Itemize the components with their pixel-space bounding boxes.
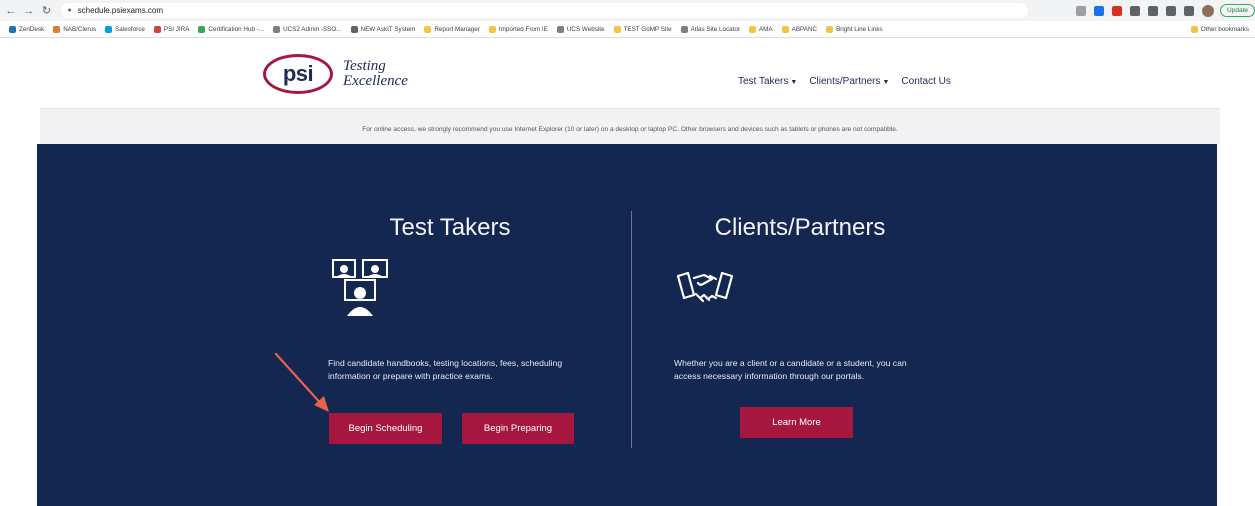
column-divider (631, 211, 632, 448)
bookmark-item[interactable]: NEW AskIT System (350, 25, 415, 33)
url-text: schedule.psiexams.com (77, 6, 164, 15)
puzzle-icon[interactable] (1166, 5, 1177, 16)
bookmark-item[interactable]: NAB/Clerus (53, 25, 96, 33)
folder-icon (748, 25, 756, 33)
nav-clients-partners[interactable]: Clients/Partners ▼ (809, 76, 889, 87)
test-takers-title: Test Takers (389, 214, 511, 241)
bookmark-item[interactable]: Atlas Site Locator (680, 25, 740, 33)
learn-more-button[interactable]: Learn More (740, 407, 853, 438)
bookmark-item[interactable]: PSI JIRA (153, 25, 189, 33)
profile-avatar[interactable] (1202, 4, 1215, 17)
address-bar[interactable]: ● schedule.psiexams.com (61, 3, 1029, 18)
clients-partners-description: Whether you are a client or a candidate … (674, 358, 907, 381)
pdf-extension-icon[interactable] (1112, 5, 1123, 16)
lock-icon: ● (67, 7, 72, 14)
share-icon[interactable] (1076, 5, 1087, 16)
bookmark-favicon (198, 25, 206, 33)
bookmark-folder[interactable]: ABPANC (781, 25, 817, 33)
bookmark-favicon (273, 25, 281, 33)
other-bookmarks-folder[interactable]: Other bookmarks (1190, 25, 1249, 33)
bookmark-folder[interactable]: Bright Line Links (826, 25, 883, 33)
bookmark-folder[interactable]: AMA (748, 25, 773, 33)
begin-preparing-button[interactable]: Begin Preparing (462, 413, 574, 444)
begin-scheduling-button[interactable]: Begin Scheduling (329, 413, 442, 444)
hero-section: Test Takers Find candidate handbooks, te… (37, 144, 1217, 506)
folder-icon (1190, 25, 1198, 33)
folder-icon (613, 25, 621, 33)
bookmark-star-icon[interactable] (1094, 5, 1105, 16)
folder-icon (488, 25, 496, 33)
bookmark-item[interactable]: UCS2 Admin -SSO... (273, 25, 342, 33)
bookmark-folder[interactable]: Imported From IE (488, 25, 548, 33)
nav-test-takers[interactable]: Test Takers ▼ (738, 76, 797, 87)
side-panel-icon[interactable] (1184, 5, 1195, 16)
handshake-icon (676, 271, 734, 303)
psi-logo[interactable]: psi Testing Excellence (263, 54, 408, 94)
update-button[interactable]: Update (1220, 4, 1255, 17)
bookmark-favicon (53, 25, 61, 33)
bookmark-item[interactable]: Salesforce (105, 25, 145, 33)
bookmarks-bar: ZenDesk NAB/Clerus Salesforce PSI JIRA C… (0, 21, 1255, 38)
extension-icon[interactable] (1130, 5, 1141, 16)
back-icon[interactable]: ← (4, 4, 18, 18)
bookmark-favicon (9, 25, 16, 33)
folder-icon (826, 25, 834, 33)
test-takers-column: Test Takers Find candidate handbooks, te… (325, 214, 575, 383)
browser-toolbar: ← → ↻ ● schedule.psiexams.com Update (0, 0, 1255, 21)
extension-grid-icon[interactable] (1148, 5, 1159, 16)
folder-icon (424, 25, 432, 33)
test-takers-description: Find candidate handbooks, testing locati… (328, 358, 563, 381)
extensions-row: Update (1068, 4, 1255, 17)
site-header: psi Testing Excellence Test Takers ▼ Clie… (0, 38, 1255, 108)
test-takers-icon (332, 259, 388, 316)
folder-icon (781, 25, 789, 33)
bookmark-favicon (350, 25, 358, 33)
chevron-down-icon: ▼ (790, 79, 798, 86)
bookmark-item[interactable]: ZenDesk (9, 25, 44, 33)
forward-icon[interactable]: → (22, 4, 36, 18)
clients-partners-column: Clients/Partners Whether you are a clien… (670, 214, 930, 383)
browser-notice: For online access, we strongly recommend… (40, 108, 1220, 144)
bookmark-item[interactable]: UCS Website (556, 25, 605, 33)
bookmark-favicon (556, 25, 564, 33)
bookmark-folder[interactable]: TEST GoMP Site (613, 25, 672, 33)
reload-icon[interactable]: ↻ (40, 4, 54, 18)
clients-partners-title: Clients/Partners (714, 214, 886, 241)
main-nav: Test Takers ▼ Clients/Partners ▼ Contact U… (738, 76, 963, 87)
bookmark-folder[interactable]: Report Manager (424, 25, 480, 33)
bookmark-favicon (105, 25, 113, 33)
bookmark-item[interactable]: Certification Hub -... (198, 25, 264, 33)
chevron-down-icon: ▼ (882, 79, 890, 86)
bookmark-favicon (153, 25, 161, 33)
logo-mark: psi (263, 54, 333, 94)
nav-contact-us[interactable]: Contact Us (901, 76, 950, 87)
bookmark-favicon (680, 25, 688, 33)
logo-tagline: Testing Excellence (343, 58, 408, 89)
